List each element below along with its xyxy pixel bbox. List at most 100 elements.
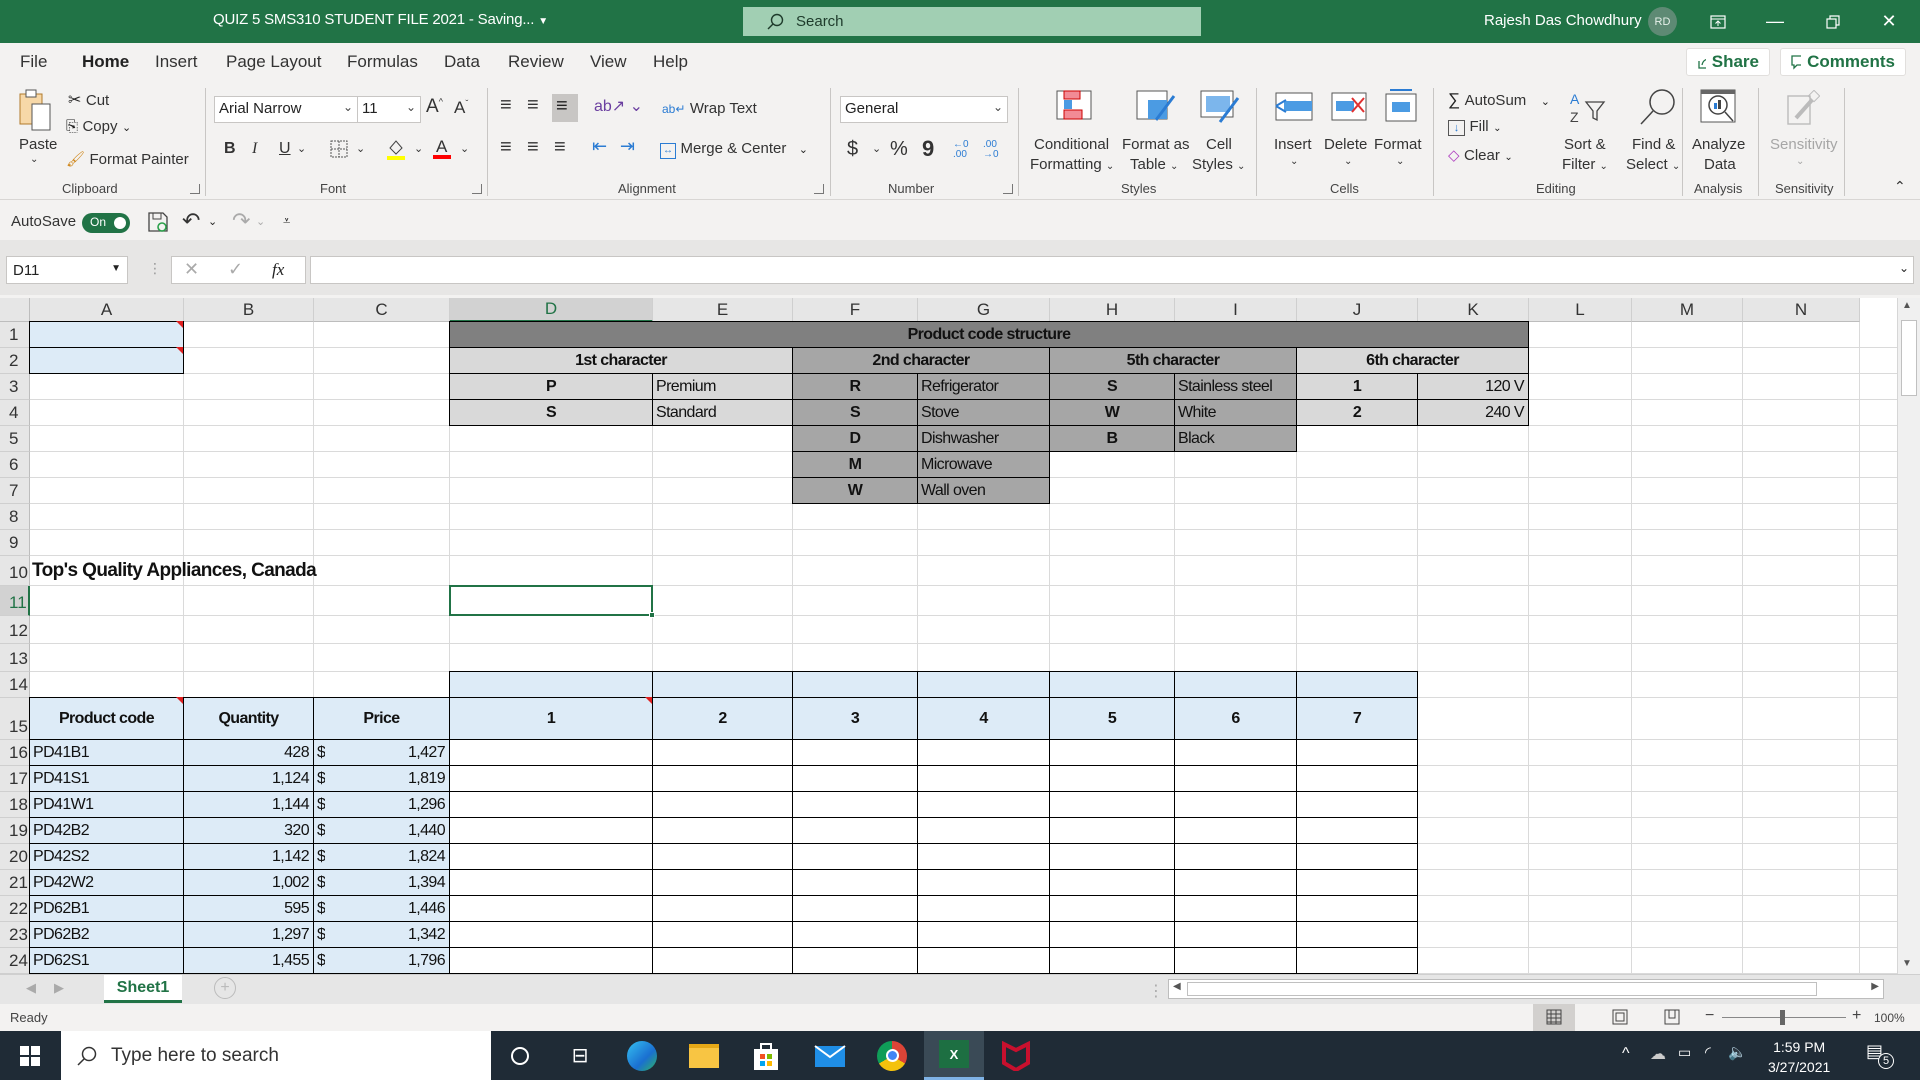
customize-qat-icon[interactable]: ⩡ [283, 213, 290, 229]
answer-cell[interactable] [1049, 817, 1175, 844]
price-cell[interactable]: 1,342 [313, 921, 450, 948]
currency-button[interactable]: $ [847, 138, 858, 161]
tab-view[interactable]: View [590, 52, 627, 72]
answer-cell[interactable] [652, 791, 793, 818]
spreadsheet-grid[interactable]: A B C D E F G H I J K L M N 1 2 3 4 5 6 7 8 9 10 11 12 13 14 15 16 17 1… [0, 298, 1920, 974]
answer-cell[interactable] [652, 739, 793, 766]
horizontal-scroll-thumb[interactable] [1187, 982, 1817, 996]
row-header-4[interactable]: 4 [0, 400, 30, 426]
chrome-icon[interactable] [862, 1031, 922, 1080]
answer-cell[interactable] [449, 817, 653, 844]
underline-dropdown-icon[interactable]: ⌄ [297, 142, 306, 155]
product-code-cell[interactable]: PD42W2 [29, 869, 184, 896]
comma-button[interactable]: 9 [922, 136, 934, 162]
column-header-d[interactable]: D [450, 298, 653, 322]
borders-button[interactable] [330, 140, 348, 163]
vertical-scrollbar[interactable]: ▲ ▼ [1897, 298, 1920, 974]
second-char-meaning[interactable]: Dishwasher [917, 425, 1050, 452]
answer-cell[interactable] [1174, 765, 1297, 792]
column-header-j[interactable]: J [1297, 298, 1418, 322]
answer-cell[interactable] [449, 791, 653, 818]
select-all-corner[interactable] [0, 298, 30, 322]
row-header-11[interactable]: 11 [0, 586, 30, 616]
zoom-slider-thumb[interactable] [1780, 1010, 1785, 1025]
answer-cell[interactable] [1296, 921, 1418, 948]
header-band-cell[interactable] [652, 671, 793, 698]
autosave-toggle[interactable]: On [82, 213, 130, 233]
header-band-cell[interactable] [1296, 671, 1418, 698]
cancel-icon[interactable]: ✕ [184, 259, 199, 280]
redo-icon[interactable]: ↷ [232, 208, 250, 234]
answer-cell[interactable] [917, 947, 1050, 974]
sixth-char-code[interactable]: 1 [1296, 373, 1418, 400]
price-cell[interactable]: 1,819 [313, 765, 450, 792]
answer-cell[interactable] [1049, 791, 1175, 818]
underline-button[interactable]: U [279, 140, 291, 158]
column-header-g[interactable]: G [918, 298, 1050, 322]
onedrive-warning-icon[interactable]: ☁ [1650, 1044, 1666, 1064]
tab-page-layout[interactable]: Page Layout [226, 52, 321, 72]
answer-cell[interactable] [1296, 765, 1418, 792]
header-band-cell[interactable] [1049, 671, 1175, 698]
second-char-meaning[interactable]: Refrigerator [917, 373, 1050, 400]
volume-icon[interactable]: 🔈 [1728, 1043, 1747, 1061]
answer-cell[interactable] [449, 843, 653, 870]
answer-cell[interactable] [1296, 817, 1418, 844]
horizontal-scrollbar[interactable]: ◀ ▶ [1168, 979, 1884, 999]
fill-handle[interactable] [649, 612, 655, 618]
answer-cell[interactable] [792, 843, 918, 870]
italic-button[interactable]: I [252, 140, 257, 158]
vertical-scroll-thumb[interactable] [1901, 320, 1917, 396]
column-header-f[interactable]: F [793, 298, 918, 322]
zoom-out-icon[interactable]: − [1705, 1007, 1714, 1025]
second-char-code[interactable]: D [792, 425, 918, 452]
table-header-5[interactable]: 3 [792, 697, 918, 740]
second-char-meaning[interactable]: Microwave [917, 451, 1050, 478]
row-header-23[interactable]: 23 [0, 922, 30, 948]
first-char-header[interactable]: 1st character [449, 347, 793, 374]
merge-dropdown-icon[interactable]: ⌄ [799, 144, 808, 156]
edge-icon[interactable] [612, 1031, 672, 1080]
table-header-0[interactable]: Product code [29, 697, 184, 740]
answer-cell[interactable] [1049, 947, 1175, 974]
row-header-15[interactable]: 15 [0, 698, 30, 740]
minimize-icon[interactable]: — [1752, 0, 1798, 43]
answer-cell[interactable] [1174, 791, 1297, 818]
tab-file[interactable]: File [20, 52, 47, 72]
answer-cell[interactable] [652, 765, 793, 792]
product-code-cell[interactable]: PD42S2 [29, 843, 184, 870]
taskbar-search[interactable]: Type here to search [61, 1031, 491, 1080]
fifth-char-code[interactable]: S [1049, 373, 1175, 400]
quantity-cell[interactable]: 428 [183, 739, 314, 766]
alignment-launcher-icon[interactable] [814, 184, 824, 194]
increase-font-icon[interactable]: A^ [426, 96, 443, 118]
second-char-code[interactable]: M [792, 451, 918, 478]
row-header-5[interactable]: 5 [0, 426, 30, 452]
sixth-char-code[interactable]: 2 [1296, 399, 1418, 426]
row-header-2[interactable]: 2 [0, 348, 30, 374]
save-icon[interactable] [147, 211, 169, 238]
align-bottom-button[interactable]: ≡ [552, 94, 578, 122]
answer-cell[interactable] [652, 817, 793, 844]
answer-cell[interactable] [449, 869, 653, 896]
answer-cell[interactable] [1174, 895, 1297, 922]
answer-cell[interactable] [917, 817, 1050, 844]
row-header-6[interactable]: 6 [0, 452, 30, 478]
price-cell[interactable]: 1,427 [313, 739, 450, 766]
table-header-6[interactable]: 4 [917, 697, 1050, 740]
sheet-tab[interactable]: Sheet1 [104, 975, 182, 1003]
answer-cell[interactable] [917, 869, 1050, 896]
font-color-dropdown-icon[interactable]: ⌄ [460, 142, 469, 155]
row-header-9[interactable]: 9 [0, 530, 30, 556]
table-header-9[interactable]: 7 [1296, 697, 1418, 740]
scroll-up-icon[interactable]: ▲ [1902, 300, 1912, 311]
autosum-button[interactable]: ∑ AutoSum ⌄ [1448, 90, 1550, 110]
tab-formulas[interactable]: Formulas [347, 52, 418, 72]
decrease-indent-icon[interactable]: ⇤ [592, 136, 607, 157]
tab-home[interactable]: Home [82, 52, 130, 83]
copy-dropdown-icon[interactable]: ⌄ [122, 122, 131, 134]
answer-cell[interactable] [917, 921, 1050, 948]
comments-button[interactable]: Comments [1780, 48, 1906, 76]
price-cell[interactable]: 1,296 [313, 791, 450, 818]
restore-icon[interactable] [1810, 0, 1856, 43]
